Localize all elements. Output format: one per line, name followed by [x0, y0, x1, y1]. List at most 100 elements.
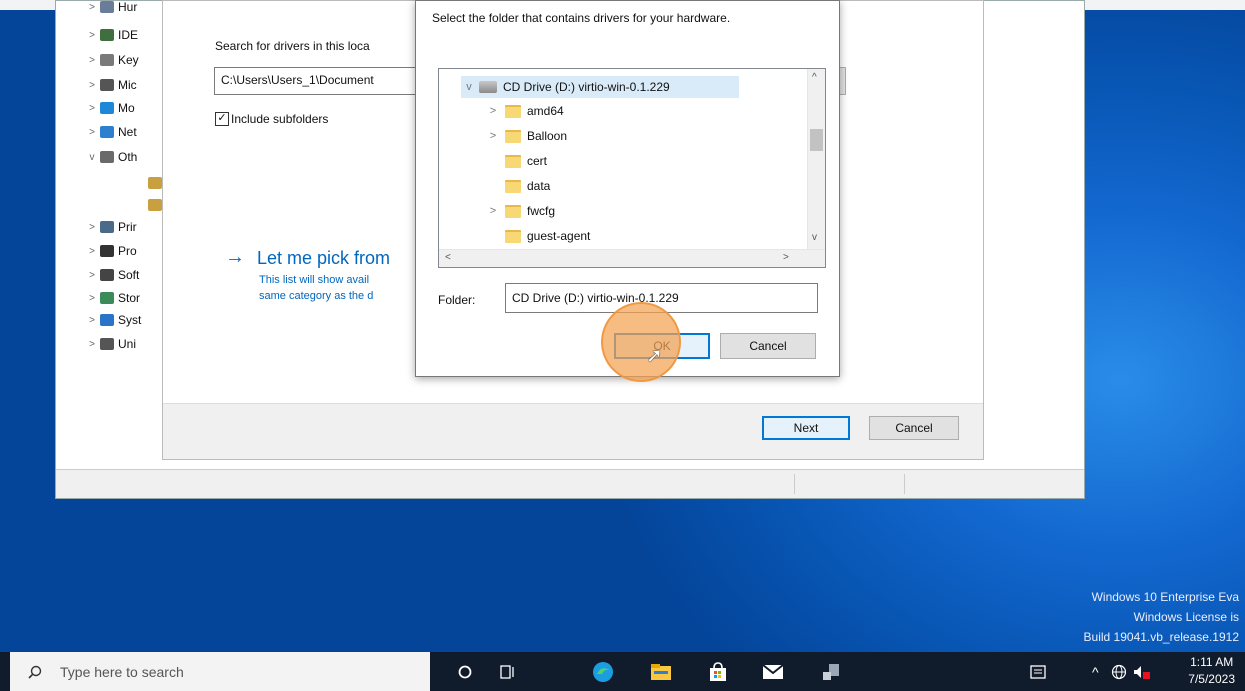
mouse-cursor-icon: ➚: [646, 345, 663, 367]
chevron-right-icon[interactable]: >: [86, 315, 98, 326]
click-highlight: [601, 302, 681, 382]
file-explorer-icon[interactable]: [640, 652, 682, 691]
folder-tree[interactable]: v CD Drive (D:) virtio-win-0.1.229 > amd6…: [438, 68, 826, 268]
device-category-icon: [100, 79, 114, 91]
device-category-label: Hur: [118, 0, 138, 14]
chevron-down-icon[interactable]: v: [86, 152, 98, 163]
cd-drive-icon: [479, 81, 497, 93]
system-clock[interactable]: 1:11 AM 7/5/2023: [1188, 654, 1235, 688]
folder-label: guest-agent: [527, 229, 591, 243]
device-category-icon: [100, 221, 114, 233]
volume-muted-icon[interactable]: [1133, 652, 1151, 691]
chevron-right-icon[interactable]: >: [86, 103, 98, 114]
device-category-label: Mic: [118, 78, 137, 92]
chevron-down-icon[interactable]: v: [461, 81, 477, 93]
device-manager-icon[interactable]: [810, 652, 852, 691]
taskbar-search-box[interactable]: Type here to search: [10, 652, 430, 691]
device-category-item[interactable]: > Net: [86, 122, 137, 142]
folder-node[interactable]: data: [485, 175, 550, 197]
device-category-icon: [100, 314, 114, 326]
chevron-right-icon[interactable]: >: [86, 270, 98, 281]
folder-node[interactable]: guest-agent: [485, 225, 590, 247]
scroll-left-icon[interactable]: <: [445, 252, 451, 263]
device-category-label: Key: [118, 53, 139, 67]
chevron-right-icon[interactable]: >: [86, 30, 98, 41]
chevron-right-icon[interactable]: >: [86, 2, 98, 13]
horizontal-scrollbar[interactable]: < >: [439, 249, 825, 267]
device-category-label: Soft: [118, 268, 140, 282]
search-icon: [28, 665, 42, 679]
mail-icon[interactable]: [752, 652, 794, 691]
device-category-item[interactable]: > Syst: [86, 310, 141, 330]
pick-description-line2: same category as the d: [259, 290, 374, 302]
chevron-right-icon[interactable]: >: [485, 130, 501, 142]
wizard-cancel-button[interactable]: Cancel: [869, 416, 959, 440]
device-category-icon: [100, 54, 114, 66]
device-category-icon: [100, 29, 114, 41]
device-category-icon: [100, 151, 114, 163]
chevron-right-icon[interactable]: >: [86, 339, 98, 350]
drive-label: CD Drive (D:) virtio-win-0.1.229: [503, 80, 670, 94]
chevron-right-icon[interactable]: >: [86, 293, 98, 304]
task-view-icon[interactable]: [487, 652, 529, 691]
device-category-label: Oth: [118, 150, 138, 164]
drive-node[interactable]: v CD Drive (D:) virtio-win-0.1.229: [461, 76, 739, 98]
device-category-item[interactable]: v Oth: [86, 147, 138, 167]
device-category-label: Pro: [118, 244, 137, 258]
browse-instruction: Select the folder that contains drivers …: [432, 11, 731, 25]
include-subfolders-label: Include subfolders: [231, 112, 329, 126]
folder-icon: [505, 154, 521, 168]
device-category-icon: [100, 338, 114, 350]
network-icon[interactable]: [1111, 652, 1127, 691]
device-category-item[interactable]: > Hur: [86, 0, 137, 17]
chevron-right-icon[interactable]: >: [86, 55, 98, 66]
folder-node[interactable]: cert: [485, 150, 547, 172]
device-category-label: Mo: [118, 101, 135, 115]
status-separator: [794, 474, 795, 494]
folder-icon: [505, 204, 521, 218]
store-icon[interactable]: [697, 652, 739, 691]
folder-node[interactable]: > Balloon: [485, 125, 567, 147]
device-category-icon: [148, 199, 162, 211]
device-category-item[interactable]: > Pro: [86, 241, 137, 261]
wizard-footer: Next Cancel: [163, 403, 983, 459]
include-subfolders-checkbox[interactable]: ✓ Include subfolders: [215, 112, 328, 126]
device-category-item[interactable]: > Soft: [86, 265, 139, 285]
pick-from-list-link[interactable]: Let me pick from: [257, 248, 390, 269]
scroll-thumb[interactable]: [810, 129, 823, 151]
device-category-item[interactable]: > Key: [86, 50, 139, 70]
device-category-item[interactable]: > Prir: [86, 217, 137, 237]
chevron-right-icon[interactable]: >: [485, 105, 501, 117]
chevron-right-icon[interactable]: >: [485, 205, 501, 217]
browse-cancel-button[interactable]: Cancel: [720, 333, 816, 359]
chevron-right-icon[interactable]: >: [86, 80, 98, 91]
folder-node[interactable]: > amd64: [485, 100, 564, 122]
edge-icon[interactable]: [582, 652, 624, 691]
folder-label: Folder:: [438, 293, 476, 307]
scroll-down-icon[interactable]: v: [812, 232, 817, 243]
watermark-line1: Windows 10 Enterprise Eva: [1091, 590, 1239, 604]
chevron-right-icon[interactable]: >: [86, 127, 98, 138]
device-category-icon: [100, 292, 114, 304]
chevron-right-icon[interactable]: >: [86, 246, 98, 257]
scroll-right-icon[interactable]: >: [783, 252, 789, 263]
vertical-scrollbar[interactable]: ^ v: [807, 69, 825, 250]
next-button[interactable]: Next: [762, 416, 850, 440]
watermark-line2: Windows License is: [1133, 610, 1239, 624]
watermark-line3: Build 19041.vb_release.1912: [1083, 630, 1239, 644]
tray-chevron-up-icon[interactable]: ^: [1092, 652, 1099, 691]
folder-node[interactable]: > fwcfg: [485, 200, 555, 222]
chevron-right-icon[interactable]: >: [86, 222, 98, 233]
checkbox-checked-icon: ✓: [215, 112, 229, 126]
news-widget-icon[interactable]: [1030, 652, 1046, 691]
device-category-label: Syst: [118, 313, 142, 327]
device-category-label: Stor: [118, 291, 141, 305]
scroll-up-icon[interactable]: ^: [812, 72, 817, 83]
device-category-item[interactable]: > Mic: [86, 75, 137, 95]
device-category-item[interactable]: > IDE: [86, 25, 138, 45]
cortana-icon[interactable]: [444, 652, 486, 691]
device-category-item[interactable]: > Stor: [86, 288, 140, 308]
status-bar: [56, 469, 1084, 498]
device-category-item[interactable]: > Mo: [86, 98, 135, 118]
device-category-item[interactable]: > Uni: [86, 334, 136, 354]
